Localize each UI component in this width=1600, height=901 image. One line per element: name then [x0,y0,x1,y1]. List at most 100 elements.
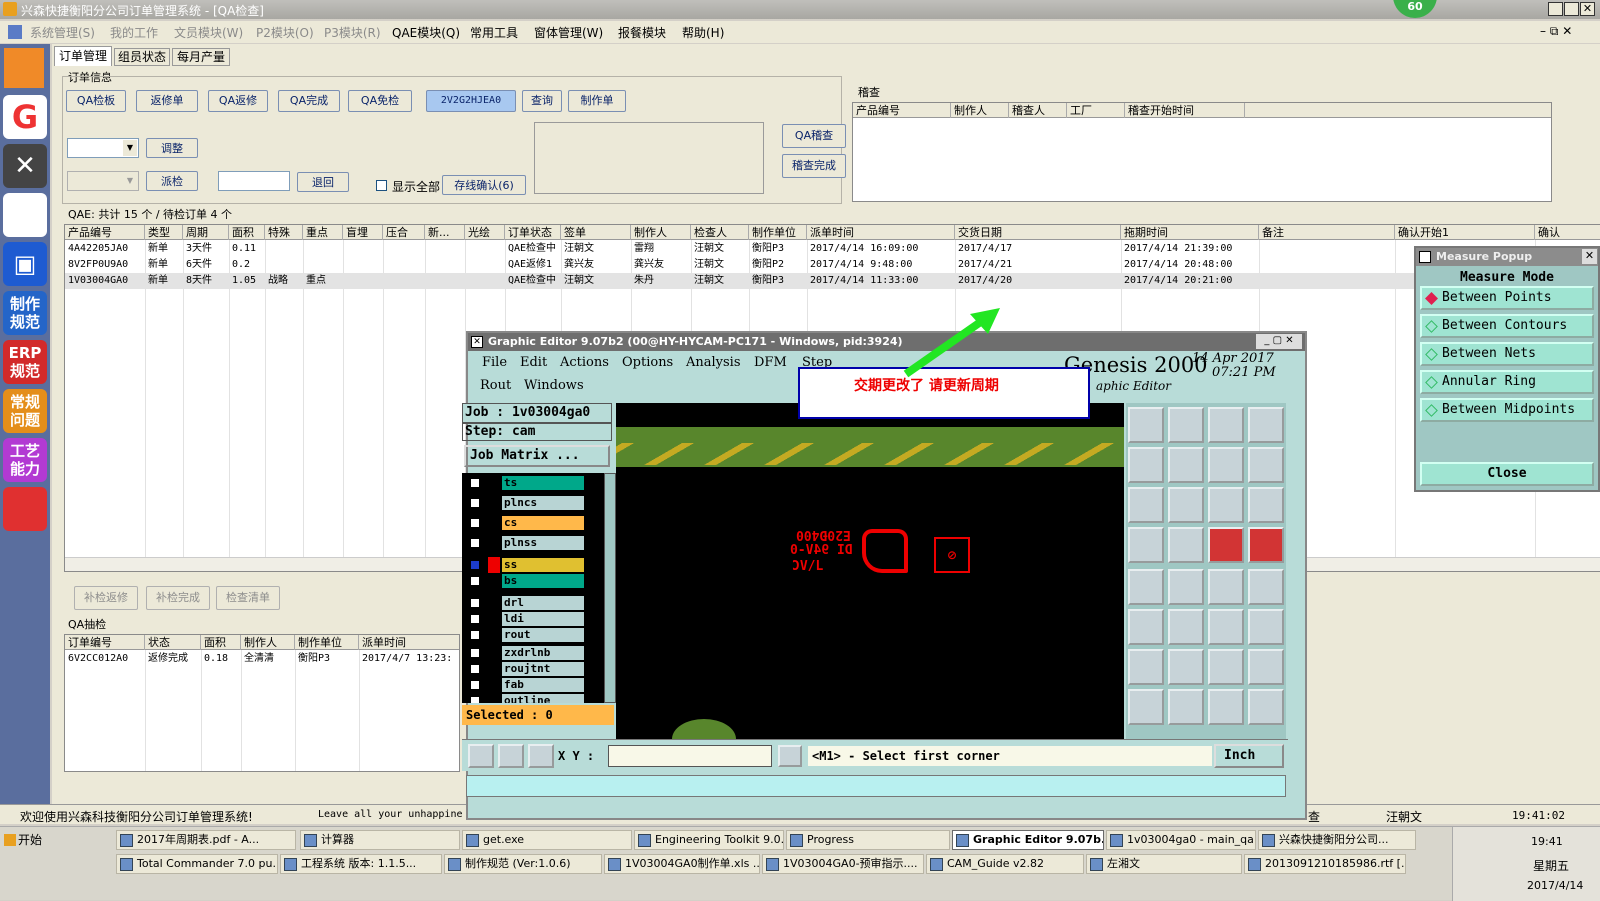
table-row[interactable]: 1V03004GA0 新单 8天件 1.05 战略 重点 QAE检查中 汪朝文 朱丹 汪朝文 衡阳P… [65,273,1600,289]
split-icon[interactable] [1248,649,1284,685]
menu-item-1[interactable]: 我的工作 [110,24,158,40]
xy-input[interactable] [608,745,772,767]
task-button-0[interactable]: 2017年周期表.pdf - A... [116,830,296,850]
layer-checkbox[interactable] [470,518,480,528]
show-all-checkbox[interactable] [376,180,387,191]
task-button-row2-4[interactable]: 1V03004GA0-预审指示.... [762,854,924,874]
sidebar-toggle[interactable] [4,48,44,88]
tray-clock[interactable]: 19:41 [1531,835,1563,848]
qae-col-header[interactable]: 盲埋 [343,225,383,240]
sample-col-header[interactable]: 状态 [145,635,201,650]
line-confirm-button[interactable]: 存线确认(6) [442,175,526,195]
layer-checkbox[interactable] [470,576,480,586]
layer-checkbox[interactable] [470,630,480,640]
qae-col-header[interactable]: 重点 [303,225,343,240]
task-button-5[interactable]: Graphic Editor 9.07b... [952,830,1104,850]
qae-col-header[interactable]: 签单 [561,225,631,240]
task-button-3[interactable]: Engineering Toolkit 9.0... [634,830,784,850]
grid-icon[interactable] [528,744,554,768]
menu-item-5[interactable]: QAE模块(Q) [392,24,460,40]
select-1[interactable]: ▼ [67,138,139,158]
angle-icon[interactable] [1128,649,1164,685]
measure-close-button[interactable]: Close [1420,462,1594,486]
task-button-7[interactable]: 兴森快捷衡阳分公司... [1258,830,1416,850]
ge-menu-windows[interactable]: Windows [524,378,584,393]
task-button-row2-7[interactable]: 2013091210185986.rtf [... [1244,854,1406,874]
arrows-icon[interactable] [1208,689,1244,725]
layer-row[interactable]: drl [468,595,584,611]
table-row[interactable]: 4A42205JA0 新单 3天件 0.11 QAE检查中 汪朝文 雷翔 汪朝文 衡阳P3 201… [65,241,1600,257]
sidebar-item-make-spec[interactable]: 制作 规范 [3,291,47,335]
chart-icon[interactable] [3,193,47,237]
adjust-button[interactable]: 调整 [146,138,198,158]
graphic-editor-window[interactable]: ✕ Graphic Editor 9.07b2 (00@HY-HYCAM-PC1… [462,331,1307,820]
ge-menu-options[interactable]: Options [622,355,673,370]
sample-col-header[interactable]: 制作单位 [295,635,359,650]
qae-col-header[interactable]: 确认 [1535,225,1600,240]
measure-item-1[interactable]: Between Contours [1420,314,1594,338]
qae-col-header[interactable]: 特殊 [265,225,303,240]
audit-col-header[interactable]: 制作人 [951,103,1009,118]
tab-order-management[interactable]: 订单管理 [54,46,112,66]
job-matrix-button[interactable]: Job Matrix ... [464,445,610,467]
node-icon[interactable] [1128,689,1164,725]
sample-col-header[interactable]: 面积 [201,635,241,650]
next-icon[interactable] [1168,447,1204,483]
minimize-icon[interactable] [1548,2,1563,16]
undo-icon[interactable] [1208,649,1244,685]
sidebar-item-erp-spec[interactable]: ERP 规范 [3,340,47,384]
order-action-button-2[interactable]: QA返修 [208,90,268,112]
sidebar-item-process[interactable]: 工艺 能力 [3,438,47,482]
sample-col-header[interactable]: 制作人 [241,635,295,650]
audit-done-button[interactable]: 稽查完成 [782,154,846,178]
mdi-controls[interactable]: – ⧉ ✕ [1540,24,1572,39]
qae-col-header[interactable]: 压合 [383,225,425,240]
sample-action-button-1[interactable]: 补检完成 [146,586,210,610]
qae-col-header[interactable]: 确认开始1 [1395,225,1535,240]
graphic-canvas[interactable]: E20Ð400 DI 94V-0 ƆV/L ⊘ [616,403,1124,739]
ge-menu-dfm[interactable]: DFM [754,355,787,370]
camera-icon[interactable] [1128,569,1164,605]
house-icon[interactable] [1208,407,1244,443]
pad-icon[interactable] [1248,569,1284,605]
ge-menu-file[interactable]: File [482,355,507,370]
minus-icon[interactable] [1168,689,1204,725]
menu-item-7[interactable]: 窗体管理(W) [534,24,603,40]
sidebar-item-faq[interactable]: 常规 问题 [3,389,47,433]
fit-icon[interactable] [1128,487,1164,523]
home-icon[interactable] [1128,407,1164,443]
layer-checkbox[interactable] [470,680,480,690]
edit-icon[interactable] [1168,569,1204,605]
measure-item-0[interactable]: Between Points [1420,286,1594,310]
task-button-row2-0[interactable]: Total Commander 7.0 pu... [116,854,278,874]
ruler-icon[interactable] [1208,569,1244,605]
layer-checkbox[interactable] [470,696,480,703]
ge-menu-actions[interactable]: Actions [560,355,609,370]
layer-row[interactable]: zxdrlnb [468,645,584,661]
ge-menu-rout[interactable]: Rout [480,378,511,393]
unit-button[interactable]: Inch [1214,744,1284,768]
layer-checkbox[interactable] [470,478,480,488]
back-button[interactable]: 退回 [297,172,349,192]
select-2[interactable]: ▼ [67,171,139,191]
script-icon[interactable] [1248,447,1284,483]
layer-row[interactable]: roujtnt [468,661,584,677]
notification-badge[interactable]: 60 [1393,0,1437,18]
measure-popup-close-icon[interactable]: ✕ [1582,249,1597,264]
start-button[interactable]: 开始 [2,830,48,850]
layer-scrollbar[interactable] [604,473,616,703]
close-icon[interactable]: ✕ [1580,2,1595,16]
connect-icon[interactable] [1128,609,1164,645]
zoom-icon[interactable] [468,744,494,768]
order-action-button-6[interactable]: 查询 [522,90,562,112]
ratio-icon[interactable] [1208,487,1244,523]
qae-col-header[interactable]: 光绘 [465,225,505,240]
audit-col-header[interactable]: 产品编号 [853,103,951,118]
layer-row[interactable]: plncs [468,495,584,511]
sample-action-button-2[interactable]: 检查清单 [216,586,280,610]
tab-member-status[interactable]: 组员状态 [114,48,170,66]
order-action-button-3[interactable]: QA完成 [278,90,340,112]
back-input[interactable] [218,171,290,191]
center-icon[interactable] [1168,487,1204,523]
qae-col-header[interactable]: 派单时间 [807,225,955,240]
